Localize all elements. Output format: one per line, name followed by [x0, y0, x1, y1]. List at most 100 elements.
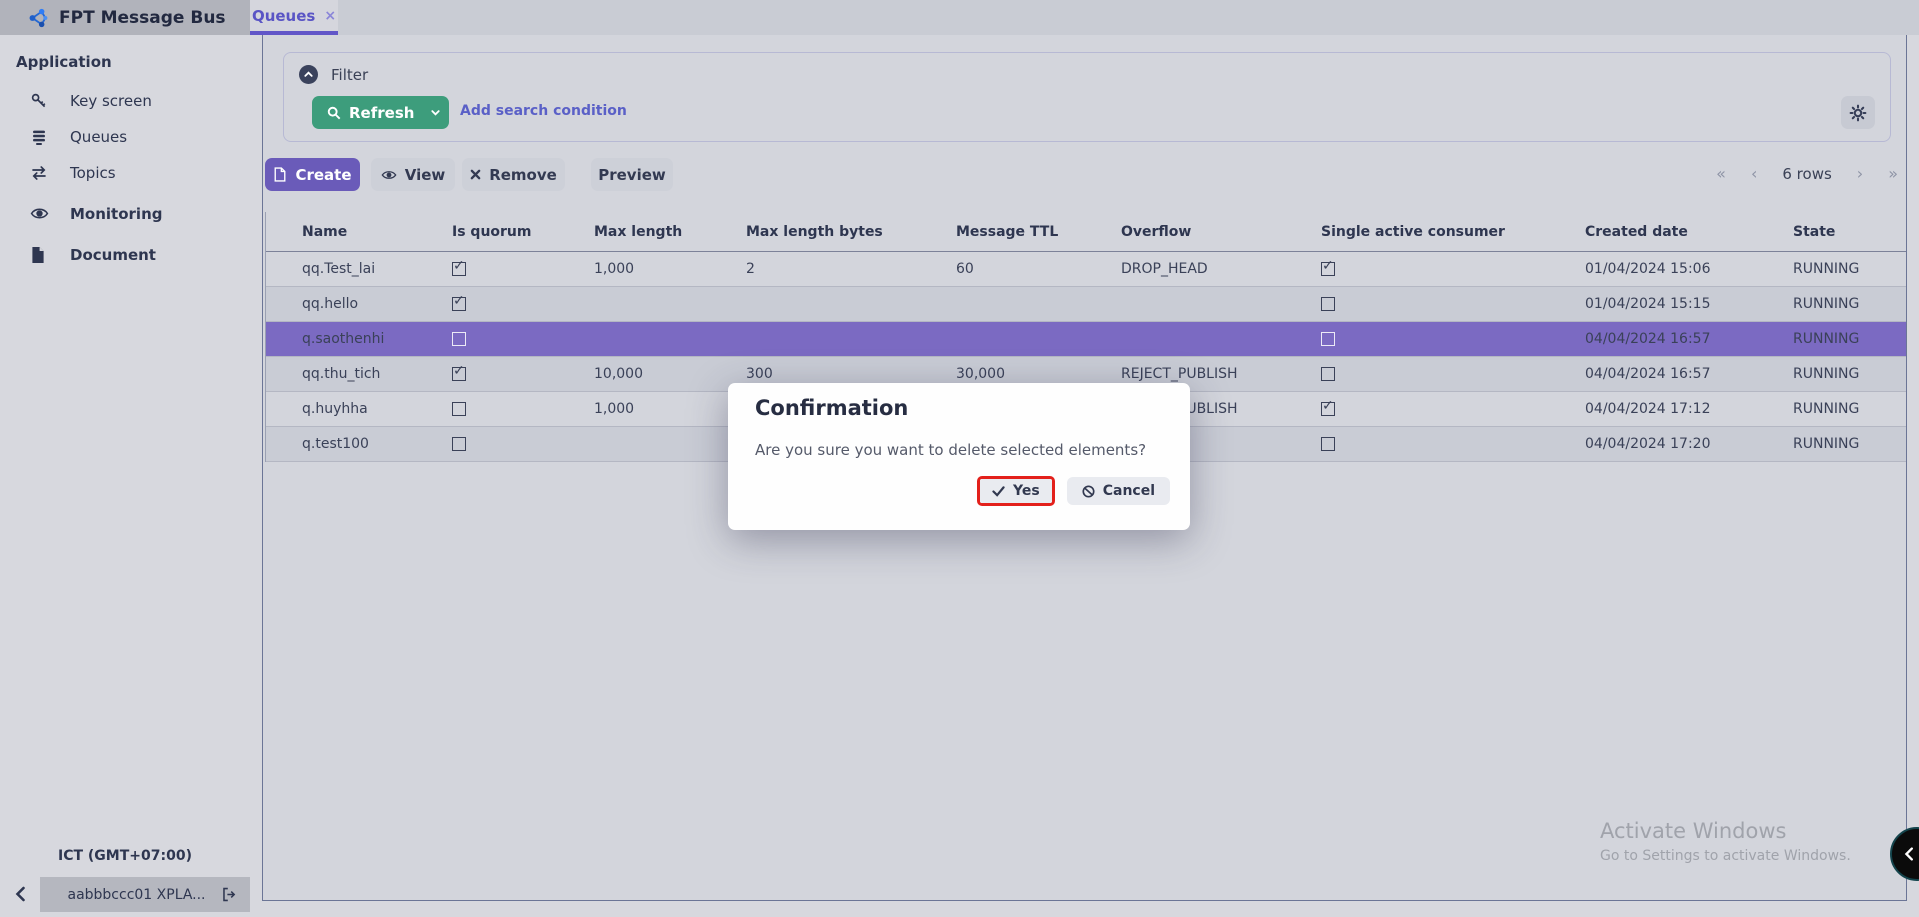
max-length-cell: 1,000: [580, 392, 732, 426]
cancel-slash-circle-icon: [1082, 485, 1095, 498]
state-cell: RUNNING: [1780, 322, 1907, 356]
sidebar-item-topics[interactable]: Topics: [0, 155, 250, 191]
queues-icon: [30, 128, 48, 146]
tab-bar: Queues ×: [250, 0, 1919, 35]
column-header-maxlen[interactable]: Max length: [580, 212, 732, 251]
document-icon: [30, 246, 48, 264]
column-header-ttl[interactable]: Message TTL: [942, 212, 1107, 251]
table-header-row: NameIs quorumMax lengthMax length bytesM…: [266, 212, 1906, 252]
activate-windows-watermark: Activate Windows Go to Settings to activ…: [1600, 819, 1851, 864]
key-icon: [30, 92, 48, 110]
column-header-date[interactable]: Created date: [1572, 212, 1780, 251]
single-active-consumer-checkbox-cell: [1307, 357, 1572, 391]
row-count-label: 6 rows: [1782, 165, 1831, 183]
created-date-cell: 01/04/2024 15:06: [1572, 252, 1780, 286]
collapse-sidebar-icon[interactable]: [11, 884, 31, 904]
single-active-consumer-checkbox[interactable]: [1321, 297, 1335, 311]
single-active-consumer-checkbox-cell: [1307, 427, 1572, 461]
user-row: aabbbccc01 XPLA...: [0, 877, 250, 912]
queue-name-cell: q.saothenhi: [266, 322, 438, 356]
table-row[interactable]: qq.hello 01/04/2024 15:15RUNNING: [266, 287, 1906, 322]
is-quorum-checkbox[interactable]: [452, 297, 466, 311]
x-icon: [470, 169, 481, 180]
column-header-sac[interactable]: Single active consumer: [1307, 212, 1572, 251]
column-header-mlb[interactable]: Max length bytes: [732, 212, 942, 251]
is-quorum-checkbox[interactable]: [452, 262, 466, 276]
remove-button[interactable]: Remove: [462, 158, 565, 191]
state-cell: RUNNING: [1780, 252, 1907, 286]
dialog-buttons: Yes Cancel: [977, 476, 1170, 506]
queue-name-cell: q.huyhha: [266, 392, 438, 426]
sidebar-header: FPT Message Bus: [0, 0, 250, 35]
yes-button-highlight: Yes: [977, 476, 1055, 506]
created-date-cell: 01/04/2024 15:15: [1572, 287, 1780, 321]
single-active-consumer-checkbox[interactable]: [1321, 437, 1335, 451]
sidebar-section-label: Application: [16, 53, 250, 71]
single-active-consumer-checkbox[interactable]: [1321, 402, 1335, 416]
overflow-cell: [1107, 322, 1307, 356]
max-length-cell: 10,000: [580, 357, 732, 391]
max-length-cell: [580, 427, 732, 461]
column-header-quorum[interactable]: Is quorum: [438, 212, 580, 251]
is-quorum-checkbox[interactable]: [452, 402, 466, 416]
create-button[interactable]: Create: [265, 158, 360, 191]
gear-icon: [1849, 104, 1867, 122]
filter-title: Filter: [331, 66, 368, 84]
app-logo-icon: [27, 7, 49, 29]
check-icon: [992, 486, 1005, 497]
close-tab-icon[interactable]: ×: [324, 8, 336, 24]
sidebar: FPT Message Bus Application Key screenQu…: [0, 0, 250, 917]
collapse-filter-icon[interactable]: [299, 65, 318, 84]
logout-icon[interactable]: [221, 886, 238, 903]
topics-icon: [30, 164, 48, 182]
cancel-button[interactable]: Cancel: [1067, 477, 1170, 505]
single-active-consumer-checkbox-cell: [1307, 287, 1572, 321]
user-account-bar[interactable]: aabbbccc01 XPLA...: [40, 877, 250, 912]
preview-button[interactable]: Preview: [591, 158, 673, 191]
column-header-ovf[interactable]: Overflow: [1107, 212, 1307, 251]
table-row[interactable]: qq.Test_lai1,000260DROP_HEAD01/04/2024 1…: [266, 252, 1906, 287]
refresh-button[interactable]: Refresh: [312, 96, 449, 129]
user-name: aabbbccc01 XPLA...: [52, 887, 221, 903]
sidebar-nav: Key screenQueuesTopics Monitoring Document: [0, 83, 250, 273]
state-cell: RUNNING: [1780, 357, 1907, 391]
first-page-button[interactable]: «: [1716, 164, 1726, 183]
refresh-dropdown-chevron-icon[interactable]: [430, 107, 441, 118]
message-ttl-cell: [942, 287, 1107, 321]
sidebar-item-document[interactable]: Document: [0, 237, 250, 273]
column-header-name[interactable]: Name: [266, 212, 438, 251]
created-date-cell: 04/04/2024 16:57: [1572, 322, 1780, 356]
is-quorum-checkbox-cell: [438, 322, 580, 356]
queue-name-cell: qq.hello: [266, 287, 438, 321]
pagination: « ‹ 6 rows › »: [1716, 164, 1898, 183]
add-search-condition-link[interactable]: Add search condition: [460, 103, 627, 119]
eye-icon: [381, 168, 397, 182]
is-quorum-checkbox[interactable]: [452, 437, 466, 451]
single-active-consumer-checkbox-cell: [1307, 252, 1572, 286]
single-active-consumer-checkbox[interactable]: [1321, 367, 1335, 381]
view-button[interactable]: View: [371, 158, 455, 191]
last-page-button[interactable]: »: [1888, 164, 1898, 183]
table-row[interactable]: q.saothenhi 04/04/2024 16:57RUNNING: [266, 322, 1906, 357]
single-active-consumer-checkbox[interactable]: [1321, 262, 1335, 276]
sidebar-item-key-screen[interactable]: Key screen: [0, 83, 250, 119]
is-quorum-checkbox[interactable]: [452, 367, 466, 381]
overflow-cell: [1107, 287, 1307, 321]
is-quorum-checkbox[interactable]: [452, 332, 466, 346]
tab-queues[interactable]: Queues ×: [250, 0, 338, 31]
next-page-button[interactable]: ›: [1857, 164, 1863, 183]
queue-name-cell: qq.thu_tich: [266, 357, 438, 391]
is-quorum-checkbox-cell: [438, 427, 580, 461]
sidebar-item-monitoring[interactable]: Monitoring: [0, 196, 250, 232]
dialog-title: Confirmation: [755, 396, 908, 420]
state-cell: RUNNING: [1780, 287, 1907, 321]
single-active-consumer-checkbox[interactable]: [1321, 332, 1335, 346]
column-header-state[interactable]: State: [1780, 212, 1907, 251]
sidebar-item-queues[interactable]: Queues: [0, 119, 250, 155]
is-quorum-checkbox-cell: [438, 287, 580, 321]
yes-button[interactable]: Yes: [980, 479, 1052, 503]
previous-page-button[interactable]: ‹: [1751, 164, 1757, 183]
settings-button[interactable]: [1841, 96, 1875, 129]
is-quorum-checkbox-cell: [438, 252, 580, 286]
app-title: FPT Message Bus: [59, 8, 226, 28]
